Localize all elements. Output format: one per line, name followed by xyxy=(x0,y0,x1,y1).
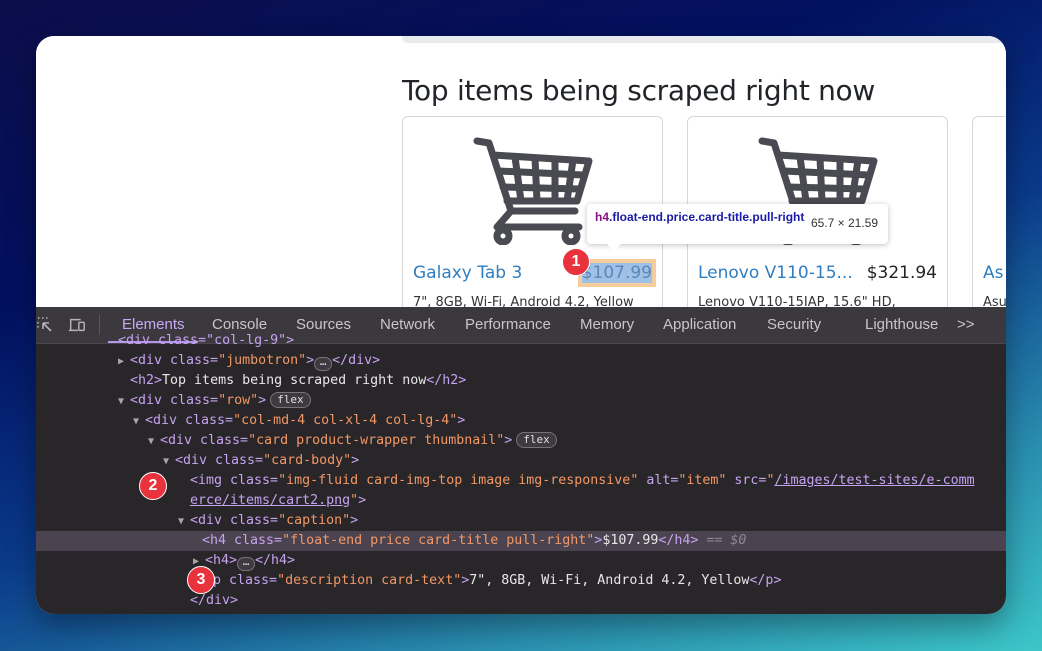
element-inspector-tooltip: h4.float-end.price.card-title.pull-right… xyxy=(587,204,888,251)
expand-triangle-icon[interactable]: ▶ xyxy=(118,352,130,372)
product-card[interactable]: As Asu xyxy=(972,116,1006,307)
shopping-cart-icon xyxy=(473,137,593,245)
attr-value: "description card-text" xyxy=(277,573,462,588)
node-text: Top items being scraped right now xyxy=(162,373,427,388)
attr-value: "jumbotron" xyxy=(218,353,307,368)
dom-node-p[interactable]: <p class="description card-text">7", 8GB… xyxy=(36,571,1006,591)
tooltip-selector: h4.float-end.price.card-title.pull-right xyxy=(595,210,805,225)
product-title-link[interactable]: Lenovo V110-15... xyxy=(698,263,853,283)
product-description: 7", 8GB, Wi-Fi, Android 4.2, Yellow xyxy=(413,295,634,307)
jumbotron-bottom-edge xyxy=(402,36,1006,43)
ellipsis-button[interactable]: … xyxy=(237,556,256,571)
product-price-highlighted: $107.99 xyxy=(577,259,657,287)
node-text: 7", 8GB, Wi-Fi, Android 4.2, Yellow xyxy=(469,573,750,588)
step-badge-3: 3 xyxy=(187,566,215,594)
collapse-triangle-icon[interactable]: ▼ xyxy=(148,432,160,452)
dom-node-h4-selected[interactable]: <h4 class="float-end price card-title pu… xyxy=(36,531,1006,551)
dom-node-img-cont: erce/items/cart2.png"> xyxy=(190,493,367,508)
dom-node-col[interactable]: ▼ <div class="col-md-4 col-xl-4 col-lg-4"… xyxy=(36,411,1006,431)
attr-value: "row" xyxy=(218,393,259,408)
flex-badge[interactable]: flex xyxy=(516,432,557,448)
web-page: Top items being scraped right now Galaxy… xyxy=(36,36,1006,307)
step-badge-2: 2 xyxy=(139,472,167,500)
dom-node-card-body[interactable]: ▼ <div class="card-body"> xyxy=(36,451,1006,471)
dom-node-jumbotron[interactable]: ▶ <div class="jumbotron">… </div> xyxy=(36,351,1006,371)
collapse-triangle-icon[interactable]: ▼ xyxy=(118,392,130,412)
devtools-panel: Elements Console Sources Network Perform… xyxy=(36,307,1006,614)
attr-value: "float-end price card-title pull-right" xyxy=(282,533,595,548)
img-src-link[interactable]: /images/test-sites/e-comm xyxy=(774,473,974,488)
flex-badge[interactable]: flex xyxy=(270,392,311,408)
browser-window: Top items being scraped right now Galaxy… xyxy=(36,36,1006,614)
tooltip-tag: h4 xyxy=(595,210,610,224)
dom-node-row[interactable]: ▼ <div class="row"> flex xyxy=(36,391,1006,411)
collapse-triangle-icon[interactable]: ▼ xyxy=(178,512,190,532)
dom-node-text: <div class="col-lg-9"> xyxy=(118,333,295,348)
step-badge-1: 1 xyxy=(562,248,590,276)
dom-node-card[interactable]: ▼ <div class="card product-wrapper thumbn… xyxy=(36,431,1006,451)
dom-node-caption[interactable]: ▼ <div class="caption"> xyxy=(36,511,1006,531)
product-price: $321.94 xyxy=(866,263,937,283)
tooltip-dimensions: 65.7 × 21.59 xyxy=(810,216,878,230)
dom-node-img[interactable]: <img class="img-fluid card-img-top image… xyxy=(36,471,1006,491)
attr-value: "col-md-4 col-xl-4 col-lg-4" xyxy=(233,413,458,428)
selected-node-marker: == $0 xyxy=(706,533,747,548)
attr-value: "caption" xyxy=(278,513,351,528)
product-title-link[interactable]: Galaxy Tab 3 xyxy=(413,263,522,283)
page-heading: Top items being scraped right now xyxy=(402,74,875,107)
attr-value: "item" xyxy=(678,473,727,488)
collapse-triangle-icon[interactable]: ▼ xyxy=(163,452,175,472)
attr-value: "card product-wrapper thumbnail" xyxy=(248,433,505,448)
ellipsis-button[interactable]: … xyxy=(314,356,333,371)
tooltip-classes: .float-end.price.card-title.pull-right xyxy=(609,210,805,224)
product-title-link[interactable]: As xyxy=(983,263,1004,283)
attr-value: "img-fluid card-img-top image img-respon… xyxy=(278,473,639,488)
product-description: Lenovo V110-15IAP, 15.6" HD, xyxy=(698,295,896,307)
attr-value: "card-body" xyxy=(263,453,352,468)
dom-tree: <div class="col-lg-9"> ▶ <div class="jumb… xyxy=(36,333,1006,614)
dom-node-close-div: </div> xyxy=(190,593,239,608)
dom-node-h4[interactable]: ▶ <h4>… </h4> xyxy=(36,551,1006,571)
product-description: Asu xyxy=(983,295,1006,307)
node-text: $107.99 xyxy=(602,533,659,548)
img-src-link[interactable]: erce/items/cart2.png xyxy=(190,493,350,508)
dom-node-h2[interactable]: <h2>Top items being scraped right now</h… xyxy=(36,371,1006,391)
dom-node[interactable]: <div class="col-lg-9"> xyxy=(36,331,1006,351)
collapse-triangle-icon[interactable]: ▼ xyxy=(133,412,145,432)
